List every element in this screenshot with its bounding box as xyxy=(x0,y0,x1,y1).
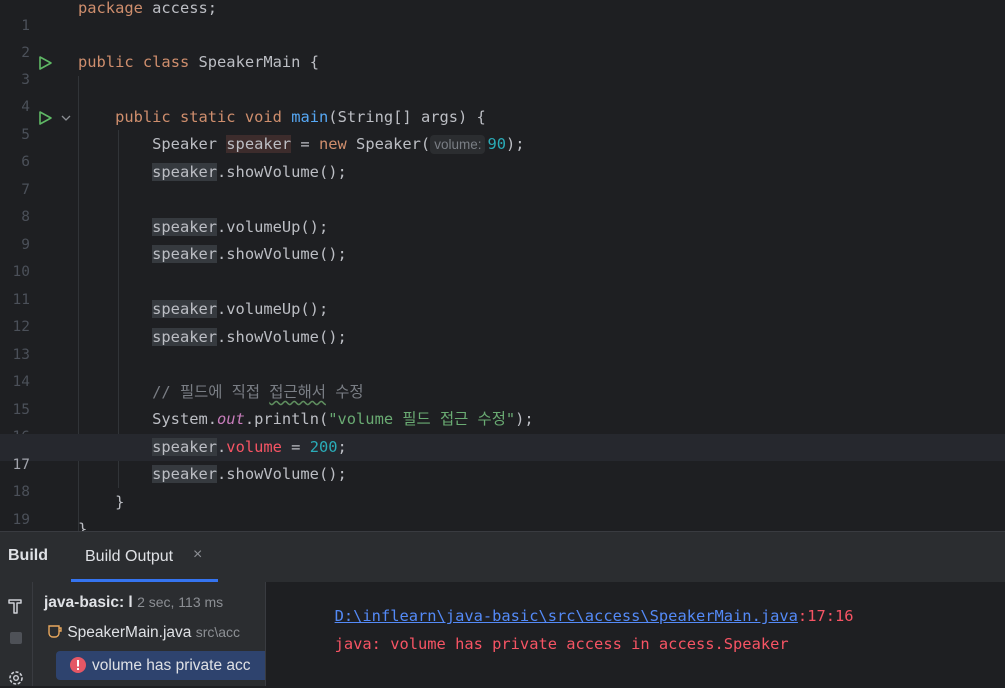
run-gutter-icon[interactable] xyxy=(37,110,53,126)
variable-usage: speaker xyxy=(152,465,218,483)
code-line-13[interactable]: 13 speaker.showVolume(); xyxy=(0,324,1005,363)
code-line-18[interactable]: 18 speaker.showVolume(); xyxy=(0,461,1005,500)
method-call: .volumeUp(); xyxy=(217,218,329,236)
variable-usage: speaker xyxy=(152,438,218,456)
string-literal: "volume 필드 접근 수정" xyxy=(328,410,516,428)
code-line-10[interactable]: 10 speaker.showVolume(); xyxy=(0,241,1005,280)
code-line-14[interactable]: 14 xyxy=(0,351,1005,390)
code-line-19[interactable]: 19 } xyxy=(0,489,1005,528)
keyword: class xyxy=(142,53,190,71)
keyword: public xyxy=(78,53,134,71)
project-name: java-basic: l xyxy=(44,594,133,611)
punctuation: . xyxy=(217,438,227,456)
code-line-17[interactable]: 17 speaker.volume = 200; xyxy=(0,434,1005,473)
variable-declaration: speaker xyxy=(226,135,292,153)
build-duration: 2 sec, 113 ms xyxy=(137,594,224,610)
comment-typo-highlight: 접근해서 xyxy=(269,383,326,401)
code-line-2[interactable]: 2 xyxy=(0,22,1005,61)
code-line-15[interactable]: 15 // 필드에 직접 접근해서 수정 xyxy=(0,379,1005,418)
keyword: package xyxy=(78,0,143,17)
code-line-3[interactable]: 3 public class SpeakerMain { xyxy=(0,49,1005,88)
parameter-hint: volume: xyxy=(430,135,486,154)
java-file-icon xyxy=(48,625,62,638)
code-line-4[interactable]: 4 xyxy=(0,76,1005,115)
punctuation: } xyxy=(115,493,125,511)
file-name: SpeakerMain.java xyxy=(67,624,192,641)
static-field: out xyxy=(217,410,245,428)
code-line-16[interactable]: 16 System.out.println("volume 필드 접근 수정")… xyxy=(0,406,1005,445)
output-line-error: java: volume has private access in acces… xyxy=(279,617,789,671)
run-gutter-icon[interactable] xyxy=(37,55,53,71)
code-line-9[interactable]: 9 speaker.volumeUp(); xyxy=(0,214,1005,253)
code-line-8[interactable]: 8 xyxy=(0,186,1005,225)
keyword: static xyxy=(179,108,236,126)
method-call: .volumeUp(); xyxy=(217,300,329,318)
code-line-11[interactable]: 11 xyxy=(0,269,1005,308)
punctuation: } xyxy=(78,520,88,531)
tree-item-file[interactable]: SpeakerMain.java src\acc xyxy=(47,624,240,642)
number-literal: 90 xyxy=(487,135,507,153)
method-call: .showVolume(); xyxy=(217,465,347,483)
error-icon xyxy=(70,657,86,673)
tree-item-project[interactable]: java-basic: l 2 sec, 113 ms xyxy=(44,594,223,612)
comment: // 필드에 직접 xyxy=(152,383,270,401)
type-name: Speaker xyxy=(152,135,227,153)
params: (String[] args) { xyxy=(328,108,486,126)
class-ref: System. xyxy=(152,410,218,428)
build-toolbar xyxy=(0,582,33,686)
method-call: .showVolume(); xyxy=(217,328,347,346)
code-line-7[interactable]: 7 speaker.showVolume(); xyxy=(0,159,1005,198)
method-call: .showVolume(); xyxy=(217,245,347,263)
gear-icon[interactable] xyxy=(6,668,26,688)
keyword: public xyxy=(115,108,171,126)
variable-usage: speaker xyxy=(152,163,218,181)
build-tree: java-basic: l 2 sec, 113 ms SpeakerMain.… xyxy=(33,582,266,686)
punctuation: ); xyxy=(506,135,525,153)
variable-usage: speaker xyxy=(152,300,218,318)
method-name: main xyxy=(291,108,329,126)
keyword: new xyxy=(318,135,347,153)
tab-label: Build Output xyxy=(85,548,174,565)
punctuation: ; xyxy=(337,438,347,456)
keyword: void xyxy=(244,108,282,126)
class-name: SpeakerMain { xyxy=(189,53,319,71)
error-field-reference: volume xyxy=(226,438,282,456)
code-line-6[interactable]: 6 Speaker speaker = new Speaker(volume: 9… xyxy=(0,131,1005,170)
code-line-20[interactable]: 20 } xyxy=(0,516,1005,531)
tree-item-error[interactable]: volume has private acc xyxy=(56,651,265,680)
hammer-icon[interactable] xyxy=(6,596,26,616)
package-name: access; xyxy=(142,0,218,17)
build-tool-window: Build Build Output × java-basic: l 2 sec… xyxy=(0,531,1005,686)
tab-build-output[interactable]: Build Output × xyxy=(71,532,218,582)
file-path: src\acc xyxy=(195,624,241,640)
method-call: .println( xyxy=(244,410,329,428)
method-call: .showVolume(); xyxy=(217,163,347,181)
fold-chevron-icon[interactable] xyxy=(60,112,72,124)
close-icon[interactable]: × xyxy=(193,546,202,564)
punctuation: ); xyxy=(515,410,534,428)
constructor-call: Speaker( xyxy=(346,135,431,153)
number-literal: 200 xyxy=(309,438,338,456)
error-position: :17:16 xyxy=(797,607,854,625)
build-output-console[interactable]: D:\inflearn\java-basic\src\access\Speake… xyxy=(266,582,1005,686)
variable-usage: speaker xyxy=(152,328,218,346)
build-header: Build Build Output × xyxy=(0,532,1005,582)
operator: = xyxy=(281,438,310,456)
code-editor[interactable]: 1 package access; 2 3 public class Speak… xyxy=(0,0,1005,531)
error-message: java: volume has private access in acces… xyxy=(334,635,789,653)
code-line-12[interactable]: 12 speaker.volumeUp(); xyxy=(0,296,1005,335)
variable-usage: speaker xyxy=(152,245,218,263)
code-line-5[interactable]: 5 public static void main(String[] args)… xyxy=(0,104,1005,143)
stop-icon[interactable] xyxy=(8,630,24,646)
comment: 수정 xyxy=(325,383,364,401)
operator: = xyxy=(291,135,319,153)
code-line-1[interactable]: 1 package access; xyxy=(0,0,1005,34)
build-title: Build xyxy=(8,547,48,564)
error-summary: volume has private acc xyxy=(92,657,251,674)
variable-usage: speaker xyxy=(152,218,218,236)
